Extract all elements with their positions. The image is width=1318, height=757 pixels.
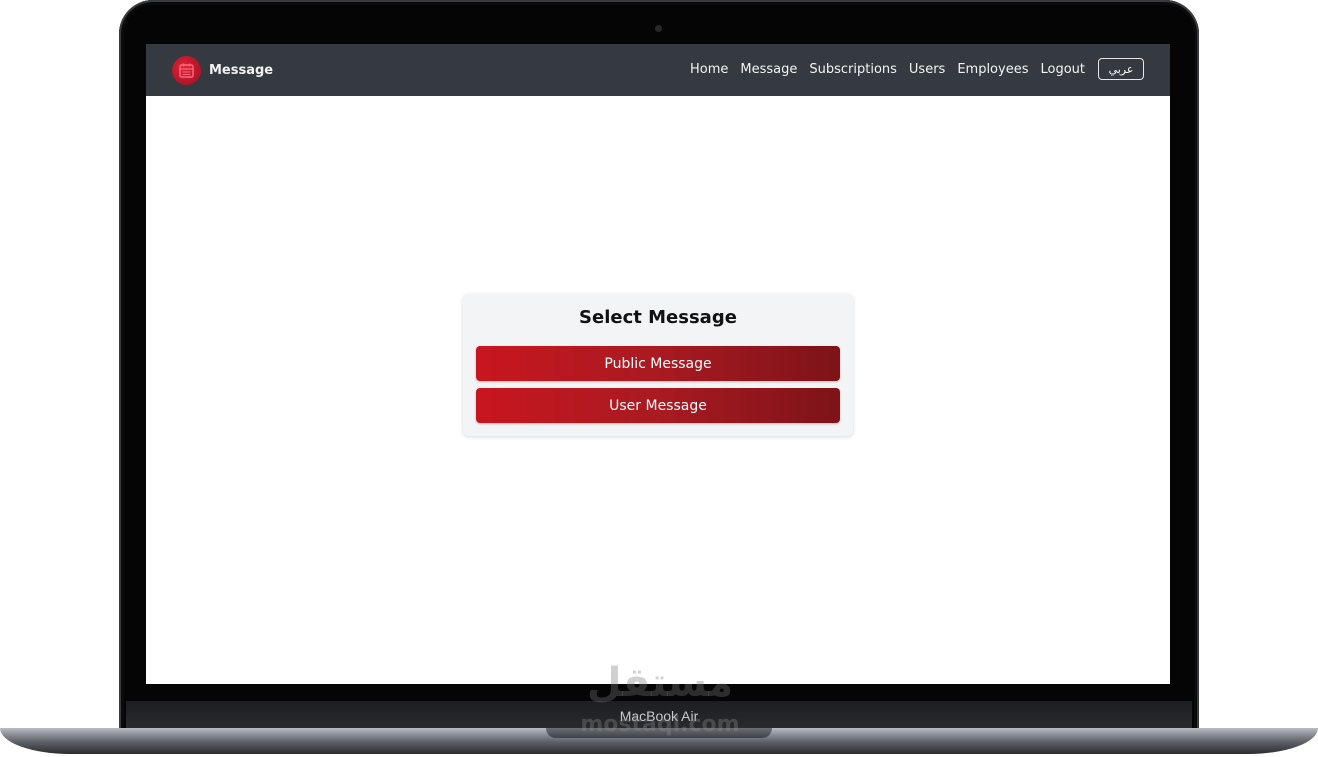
brand[interactable]: Message xyxy=(172,55,273,85)
calendar-icon xyxy=(179,63,194,78)
device-label: MacBook Air xyxy=(619,708,699,724)
nav-link-message[interactable]: Message xyxy=(740,62,797,77)
select-message-card: Select Message Public Message User Messa… xyxy=(463,294,853,436)
nav-link-logout[interactable]: Logout xyxy=(1040,62,1085,77)
public-message-button[interactable]: Public Message xyxy=(476,346,840,381)
nav-link-home[interactable]: Home xyxy=(690,62,728,77)
user-message-button[interactable]: User Message xyxy=(476,388,840,423)
language-toggle-button[interactable]: عربي xyxy=(1098,58,1144,80)
camera-icon xyxy=(655,25,662,32)
nav-link-subscriptions[interactable]: Subscriptions xyxy=(809,62,897,77)
screen: Message Home Message Subscriptions Users… xyxy=(146,44,1170,684)
laptop-notch xyxy=(546,728,772,738)
nav-link-users[interactable]: Users xyxy=(909,62,945,77)
laptop-mockup: Message Home Message Subscriptions Users… xyxy=(0,0,1318,757)
navbar: Message Home Message Subscriptions Users… xyxy=(146,44,1170,96)
brand-title: Message xyxy=(209,62,274,78)
card-title: Select Message xyxy=(579,307,737,328)
nav-menu: Home Message Subscriptions Users Employe… xyxy=(690,58,1144,80)
nav-link-employees[interactable]: Employees xyxy=(957,62,1028,77)
brand-logo-icon xyxy=(172,55,201,85)
